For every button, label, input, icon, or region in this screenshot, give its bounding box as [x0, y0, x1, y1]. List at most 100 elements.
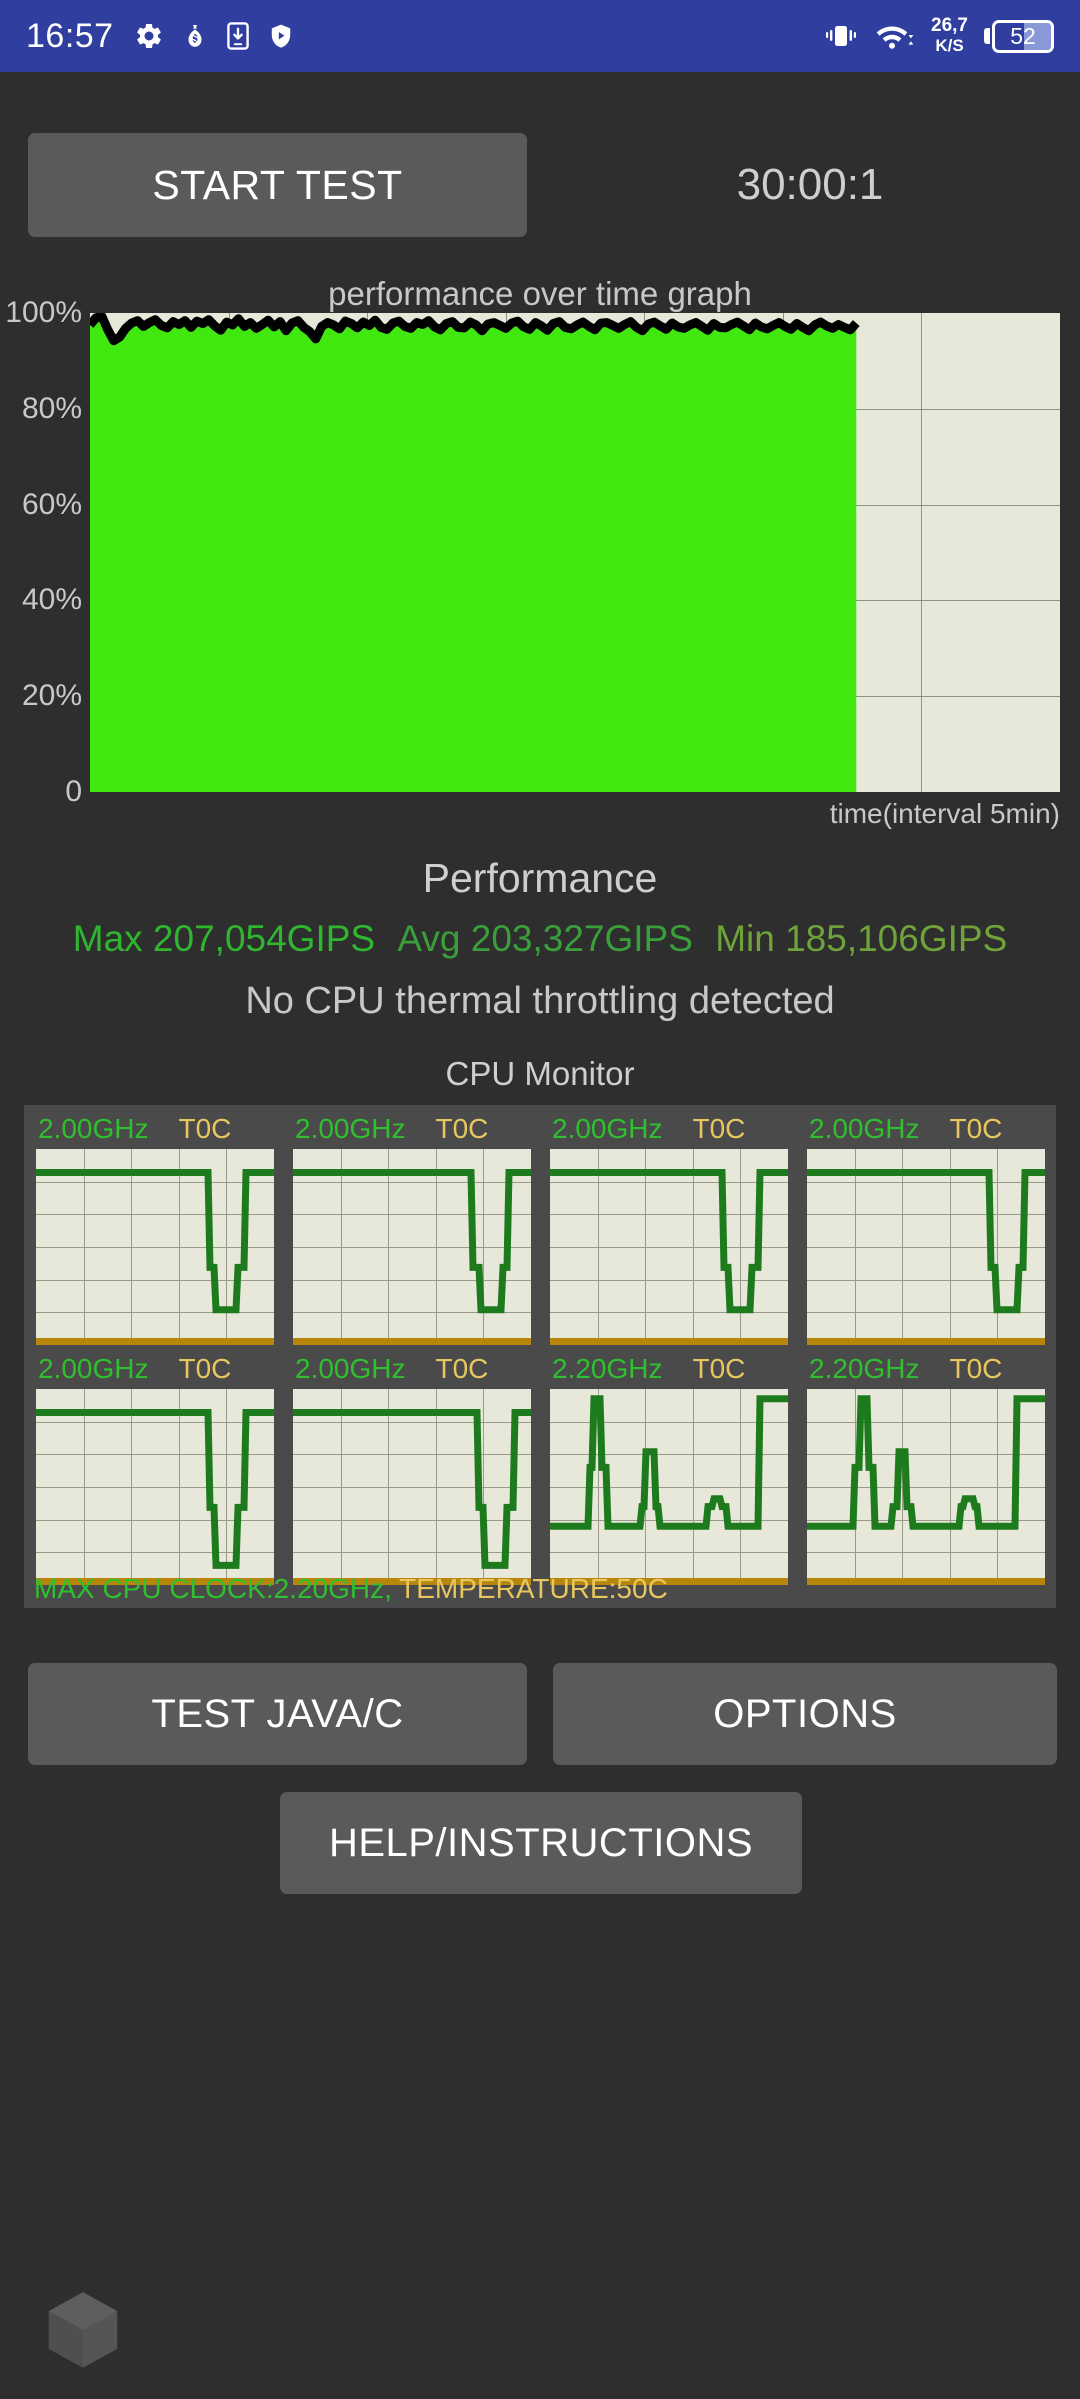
cpu-core-labels: 2.00GHz T0C	[285, 1349, 538, 1389]
cpu-core-trace	[36, 1169, 274, 1314]
cpu-max-clock: MAX CPU CLOCK:2.20GHz,	[34, 1573, 392, 1604]
cpu-core-3: 2.00GHz T0C	[542, 1109, 795, 1349]
cpu-core-frequency: 2.00GHz	[809, 1113, 920, 1144]
graph-y-tick: 80%	[21, 391, 82, 425]
cpu-core-frequency: 2.00GHz	[295, 1353, 406, 1384]
cpu-core-trace	[550, 1169, 788, 1314]
status-bar-left-icons	[134, 21, 294, 51]
cpu-core-graph	[550, 1149, 788, 1345]
cpu-core-frequency: 2.20GHz	[552, 1353, 663, 1384]
network-speed-value: 26,7	[931, 15, 968, 36]
cpu-core-graph	[807, 1149, 1045, 1345]
cpu-core-temperature: T0C	[692, 1353, 746, 1384]
graph-y-tick: 0	[65, 775, 82, 808]
battery-body: 52	[992, 19, 1054, 53]
cpu-core-temperature: T0C	[949, 1353, 1003, 1384]
cpu-monitor-panel: 2.00GHz T0C 2.00GHz T0C 2.00GHz T0C 2.00GHz T0C…	[24, 1105, 1056, 1608]
cpu-core-trace	[550, 1395, 788, 1530]
cpu-core-row: 2.00GHz T0C 2.00GHz T0C 2.20GHz T0C 2.20GHz T0C	[28, 1349, 1052, 1589]
cpu-core-graph	[807, 1389, 1045, 1585]
graph-area-fill	[90, 316, 857, 792]
graph-x-axis-label: time(interval 5min)	[829, 798, 1060, 829]
cpu-temperature: TEMPERATURE:50C	[399, 1573, 668, 1604]
cpu-core-temp-line	[36, 1338, 274, 1345]
performance-heading: Performance	[422, 855, 658, 901]
graph-y-tick: 60%	[21, 487, 82, 521]
cpu-core-2: 2.00GHz T0C	[285, 1109, 538, 1349]
cpu-core-frequency: 2.00GHz	[552, 1113, 663, 1144]
cpu-core-8: 2.20GHz T0C	[799, 1349, 1052, 1589]
cpu-core-labels: 2.00GHz T0C	[799, 1109, 1052, 1149]
cpu-core-temp-line	[550, 1338, 788, 1345]
cpu-core-temp-line	[807, 1578, 1045, 1585]
cpu-core-temp-line	[293, 1338, 531, 1345]
wifi-icon	[875, 20, 915, 52]
performance-min: Min 185,106GIPS	[715, 918, 1008, 959]
cpu-core-grid: 2.00GHz T0C 2.00GHz T0C 2.00GHz T0C 2.00GHz T0C…	[28, 1109, 1052, 1589]
top-controls: START TEST 30:00:1	[0, 133, 1080, 237]
cpu-core-frequency: 2.00GHz	[295, 1113, 406, 1144]
cpu-status-line: MAX CPU CLOCK:2.20GHz, TEMPERATURE:50C	[34, 1573, 668, 1605]
cpu-core-graph	[550, 1389, 788, 1585]
network-speed-unit: K/S	[935, 36, 964, 55]
throttling-message: No CPU thermal throttling detected	[245, 980, 835, 1022]
money-bag-icon	[182, 21, 208, 51]
cpu-core-temperature: T0C	[178, 1113, 232, 1144]
performance-stats: Max 207,054GIPS Avg 203,327GIPS Min 185,…	[0, 918, 1080, 960]
cpu-core-trace	[36, 1409, 274, 1569]
cpu-core-graph	[36, 1149, 274, 1345]
cpu-core-frequency: 2.20GHz	[809, 1353, 920, 1384]
hexagon-cube-icon[interactable]	[38, 2285, 128, 2375]
status-bar: 16:57 26,7 K/S 52	[0, 0, 1080, 72]
graph-y-tick: 40%	[21, 583, 82, 617]
cpu-core-frequency: 2.00GHz	[38, 1113, 149, 1144]
vibrate-icon	[823, 20, 859, 52]
cpu-core-temperature: T0C	[435, 1113, 489, 1144]
help-instructions-button[interactable]: HELP/INSTRUCTIONS	[280, 1792, 802, 1894]
shield-play-icon	[268, 21, 294, 51]
graph-y-axis: 100% 80% 60% 40% 20% 0	[0, 296, 86, 808]
cpu-core-labels: 2.00GHz T0C	[28, 1349, 281, 1389]
network-speed: 26,7 K/S	[931, 16, 968, 56]
graph-y-tick: 100%	[5, 296, 82, 329]
cpu-core-graph	[293, 1149, 531, 1345]
status-bar-clock: 16:57	[26, 16, 114, 55]
cpu-core-row: 2.00GHz T0C 2.00GHz T0C 2.00GHz T0C 2.00GHz T0C	[28, 1109, 1052, 1349]
performance-avg: Avg 203,327GIPS	[397, 918, 693, 959]
start-test-button[interactable]: START TEST	[28, 133, 527, 237]
cpu-core-temp-line	[807, 1338, 1045, 1345]
graph-series	[90, 313, 860, 792]
cpu-monitor-heading: CPU Monitor	[445, 1055, 635, 1092]
test-java-c-button[interactable]: TEST JAVA/C	[28, 1663, 527, 1765]
cpu-core-labels: 2.00GHz T0C	[28, 1109, 281, 1149]
cpu-core-labels: 2.20GHz T0C	[799, 1349, 1052, 1389]
cpu-core-graph	[36, 1389, 274, 1585]
graph-title: performance over time graph	[328, 275, 752, 312]
cpu-core-graph	[293, 1389, 531, 1585]
gear-icon	[134, 21, 164, 51]
test-timer: 30:00:1	[736, 160, 884, 209]
cpu-core-trace	[807, 1395, 1045, 1530]
cpu-core-trace	[807, 1169, 1045, 1314]
cpu-core-trace	[293, 1409, 531, 1569]
battery-terminal	[984, 28, 990, 44]
phone-download-icon	[226, 21, 250, 51]
cpu-core-7: 2.20GHz T0C	[542, 1349, 795, 1589]
performance-max: Max 207,054GIPS	[72, 918, 376, 959]
cpu-core-trace	[293, 1169, 531, 1314]
options-button[interactable]: OPTIONS	[553, 1663, 1057, 1765]
cpu-core-labels: 2.00GHz T0C	[542, 1109, 795, 1149]
graph-y-tick: 20%	[21, 679, 82, 713]
cpu-core-frequency: 2.00GHz	[38, 1353, 149, 1384]
cpu-core-labels: 2.20GHz T0C	[542, 1349, 795, 1389]
cpu-core-temperature: T0C	[435, 1353, 489, 1384]
cpu-core-labels: 2.00GHz T0C	[285, 1109, 538, 1149]
cpu-core-1: 2.00GHz T0C	[28, 1109, 281, 1349]
cpu-core-6: 2.00GHz T0C	[285, 1349, 538, 1589]
cpu-core-5: 2.00GHz T0C	[28, 1349, 281, 1589]
cpu-core-temperature: T0C	[692, 1113, 746, 1144]
cpu-core-temperature: T0C	[949, 1113, 1003, 1144]
battery-indicator: 52	[984, 19, 1054, 53]
cpu-core-4: 2.00GHz T0C	[799, 1109, 1052, 1349]
graph-plot-area	[90, 313, 1060, 792]
